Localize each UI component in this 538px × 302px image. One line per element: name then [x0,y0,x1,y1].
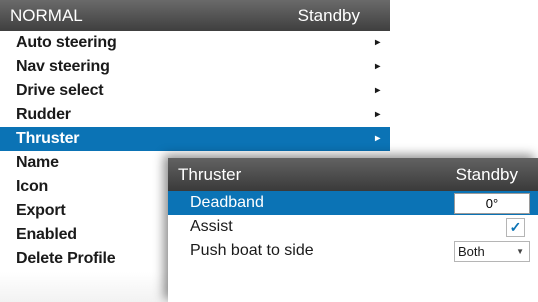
menu-item-label: Thruster [16,130,80,147]
profile-menu-status: Standby [297,6,360,25]
menu-item-label: Drive select [16,82,104,99]
menu-item-label: Auto steering [16,34,117,51]
deadband-value-field[interactable]: 0° [454,193,530,214]
push-boat-dropdown[interactable]: Both ▼ [454,241,530,262]
menu-item-label: Enabled [16,226,77,243]
submenu-arrow-icon: ▸ [375,133,380,144]
submenu-arrow-icon: ▸ [375,37,380,48]
thruster-dialog-title: Thruster [178,165,242,184]
push-boat-label: Push boat to side [190,242,314,259]
menu-item-label: Rudder [16,106,71,123]
menu-item-rudder[interactable]: Rudder ▸ [0,103,390,127]
menu-item-drive-select[interactable]: Drive select ▸ [0,79,390,103]
assist-label: Assist [190,218,233,235]
profile-menu-header: NORMAL Standby [0,0,390,31]
thruster-dialog: Thruster Standby Deadband 0° Assist ✓ Pu… [168,158,538,302]
deadband-label: Deadband [190,194,264,211]
assist-row[interactable]: Assist ✓ [168,215,538,239]
menu-item-nav-steering[interactable]: Nav steering ▸ [0,55,390,79]
menu-item-label: Nav steering [16,58,110,75]
menu-item-label: Export [16,202,66,219]
menu-item-label: Delete Profile [16,250,116,267]
submenu-arrow-icon: ▸ [375,109,380,120]
menu-item-thruster[interactable]: Thruster ▸ [0,127,390,151]
submenu-arrow-icon: ▸ [375,61,380,72]
thruster-dialog-status: Standby [455,165,518,184]
thruster-dialog-header: Thruster Standby [168,158,538,191]
submenu-arrow-icon: ▸ [375,85,380,96]
menu-item-label: Icon [16,178,49,195]
profile-menu-title: NORMAL [10,6,83,25]
assist-checkbox[interactable]: ✓ [506,218,525,237]
menu-item-label: Name [16,154,59,171]
push-boat-row[interactable]: Push boat to side Both ▼ [168,239,538,263]
menu-item-auto-steering[interactable]: Auto steering ▸ [0,31,390,55]
chevron-down-icon: ▼ [516,247,524,256]
push-boat-selected-value: Both [458,244,485,259]
deadband-row[interactable]: Deadband 0° [168,191,538,215]
